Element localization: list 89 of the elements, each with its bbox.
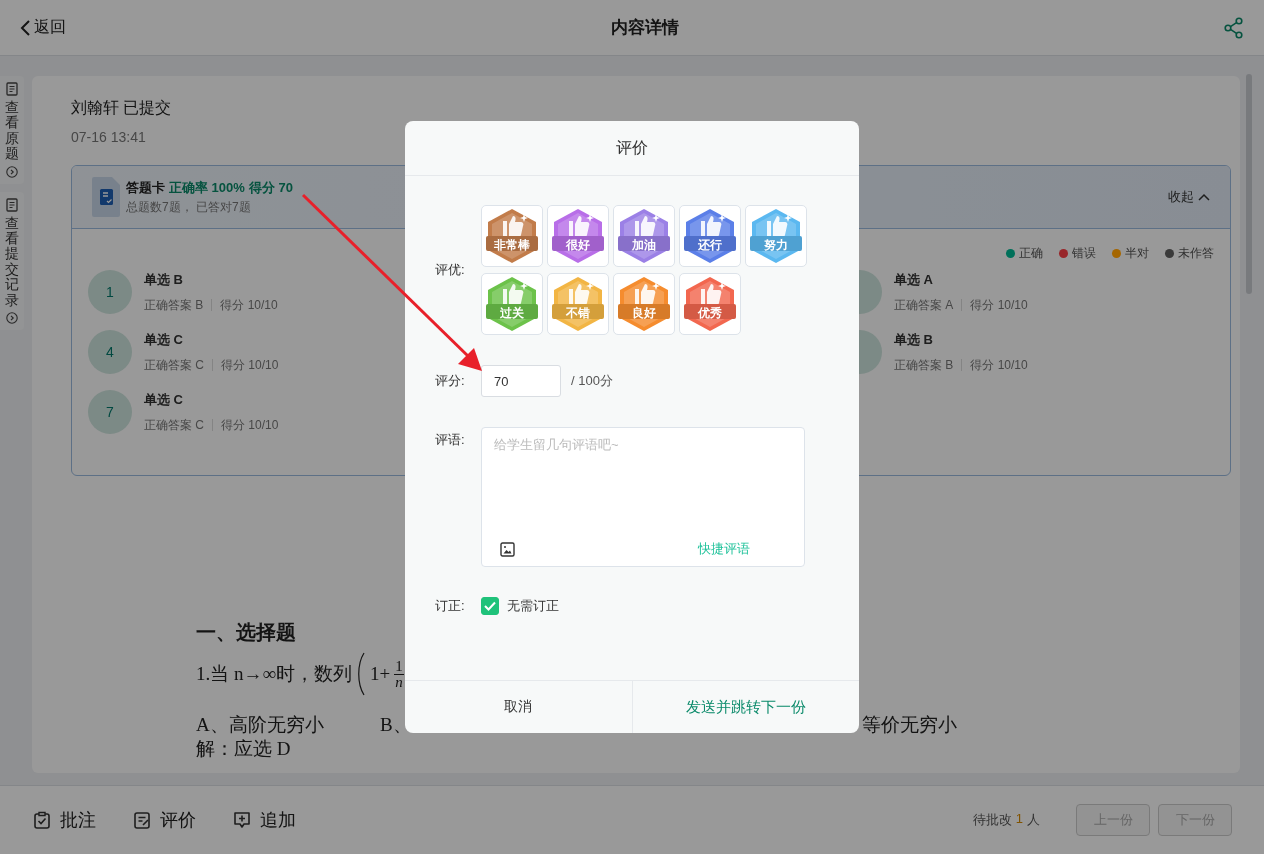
- thumbs-up-badge-icon: [549, 207, 607, 265]
- field-label: 评语:: [435, 431, 466, 449]
- field-label: 订正:: [435, 597, 466, 615]
- pending-unit: 人: [1027, 811, 1040, 829]
- legend-label: 正确: [1019, 245, 1043, 262]
- solution-text: 解：应选 D: [196, 737, 292, 760]
- add-comment-icon: [232, 810, 252, 830]
- fraction-denominator: n: [395, 674, 403, 690]
- share-icon[interactable]: [1224, 16, 1244, 39]
- checkbox[interactable]: [481, 597, 499, 615]
- award-badge-option[interactable]: 努力: [745, 205, 807, 267]
- legend-label: 错误: [1072, 245, 1096, 262]
- thumbs-up-badge-icon: [681, 207, 739, 265]
- award-badge-option[interactable]: 过关: [481, 273, 543, 335]
- award-badge-option[interactable]: 良好: [613, 273, 675, 335]
- question-number[interactable]: 1: [88, 270, 132, 314]
- clipboard-check-icon: [32, 810, 52, 830]
- thumbs-up-badge-icon: [681, 275, 739, 333]
- send-next-button[interactable]: 发送并跳转下一份: [631, 681, 859, 733]
- chevron-icon: [1198, 193, 1210, 201]
- correct-answer: 正确答案 A: [894, 296, 954, 314]
- student-status: 刘翰轩 已提交: [71, 98, 173, 118]
- pending-count: 1: [1015, 811, 1023, 828]
- side-tab[interactable]: 查看原题: [0, 76, 24, 184]
- question-number[interactable]: 4: [88, 330, 132, 374]
- quick-comment-link[interactable]: 快捷评语: [698, 540, 750, 558]
- toolbar-button[interactable]: 批注: [32, 808, 96, 832]
- award-badge-option[interactable]: 加油: [613, 205, 675, 267]
- collapse-toggle[interactable]: 收起: [1168, 188, 1210, 206]
- document-icon: [6, 197, 18, 212]
- answer-card-title: 答题卡: [126, 180, 165, 195]
- legend-label: 未作答: [1178, 245, 1214, 262]
- question-score: 得分 10/10: [970, 356, 1028, 374]
- field-label: 评分:: [435, 372, 466, 390]
- question-type: 单选 C: [144, 330, 184, 349]
- checkbox-label: 无需订正: [507, 597, 559, 615]
- thumbs-up-badge-icon: [483, 275, 541, 333]
- legend-label: 半对: [1125, 245, 1149, 262]
- question-score: 得分 10/10: [221, 416, 279, 434]
- question-score: 得分 10/10: [221, 356, 279, 374]
- award-badge-option[interactable]: 不错: [547, 273, 609, 335]
- correct-answer: 正确答案 B: [144, 296, 204, 314]
- fraction-numerator: 1: [394, 658, 404, 675]
- max-score: / 100分: [571, 372, 613, 390]
- answer-summary: 总题数7题， 已答对7题: [126, 199, 252, 216]
- question-type: 单选 B: [894, 330, 934, 349]
- correct-answer: 正确答案 C: [144, 356, 204, 374]
- formula-text: 1+: [370, 663, 391, 685]
- award-badge-option[interactable]: 非常棒: [481, 205, 543, 267]
- award-badge-option[interactable]: 还行: [679, 205, 741, 267]
- accuracy-rate: 正确率 100%: [169, 180, 245, 195]
- comment-field[interactable]: 给学生留几句评语吧~ 快捷评语: [481, 427, 805, 567]
- edit-document-icon: [132, 810, 152, 830]
- question-type: 单选 B: [144, 270, 184, 289]
- question-type: 单选 C: [144, 390, 184, 409]
- question-number[interactable]: 7: [88, 390, 132, 434]
- question-type: 单选 A: [894, 270, 934, 289]
- question-score: 得分 10/10: [220, 296, 278, 314]
- thumbs-up-badge-icon: [549, 275, 607, 333]
- answer-option: A、高阶无穷小: [196, 714, 380, 736]
- thumbs-up-badge-icon: [615, 207, 673, 265]
- pending-label: 待批改: [972, 811, 1012, 829]
- thumbs-up-badge-icon: [747, 207, 805, 265]
- award-badge-option[interactable]: 优秀: [679, 273, 741, 335]
- image-icon[interactable]: [500, 541, 515, 557]
- correct-answer: 正确答案 C: [144, 416, 204, 434]
- question-score: 得分 10/10: [970, 296, 1028, 314]
- dialog-title: 评价: [616, 137, 648, 158]
- total-score: 得分 70: [248, 180, 293, 195]
- section-title: 一、选择题: [196, 621, 297, 644]
- answer-option-fragment: 等价无穷小: [862, 714, 957, 736]
- thumbs-up-badge-icon: [615, 275, 673, 333]
- toolbar-button[interactable]: 追加: [232, 808, 296, 832]
- field-label: 评优:: [435, 261, 466, 279]
- chevron-left-icon: [20, 18, 32, 37]
- correct-answer: 正确答案 B: [894, 356, 954, 374]
- parenthesis-icon: [356, 652, 367, 696]
- toolbar-button[interactable]: 评价: [132, 808, 196, 832]
- thumbs-up-badge-icon: [483, 207, 541, 265]
- document-icon: [6, 82, 18, 96]
- score-input[interactable]: 70: [481, 365, 561, 397]
- answer-sheet-icon: [92, 177, 120, 217]
- question-stem: 1.当 n→∞时，数列: [196, 663, 353, 685]
- side-tab[interactable]: 查看提交记录: [0, 191, 24, 330]
- back-label: 返回: [34, 17, 66, 37]
- back-link[interactable]: 返回: [20, 17, 66, 38]
- submit-time: 07-16 13:41: [71, 129, 147, 145]
- award-badge-option[interactable]: 很好: [547, 205, 609, 267]
- page-title: 内容详情: [611, 17, 679, 39]
